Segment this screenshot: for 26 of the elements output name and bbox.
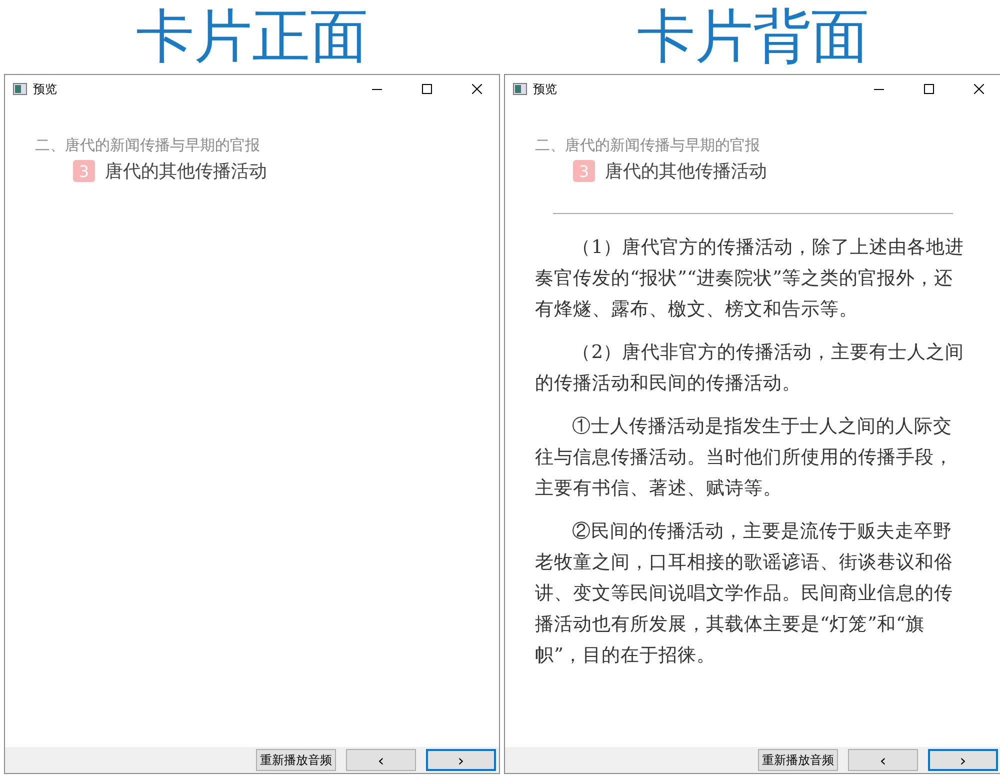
maximize-icon[interactable]: [924, 84, 934, 94]
answer-paragraph: ①士人传播活动是指发生于士人之间的人际交往与信息传播活动。当时他们所使用的传播手段，主要有书信、著述、赋诗等。: [535, 415, 954, 501]
window-title: 预览: [533, 80, 558, 98]
card-side-heading: 卡片背面: [637, 1, 869, 72]
answer-paragraph: （2）唐代非官方的传播活动，主要有士人之间的传播活动和民间的传播活动。: [535, 341, 965, 396]
replay-audio-button[interactable]: 重新播放音频: [758, 749, 838, 771]
answer-paragraph: （1）唐代官方的传播活动，除了上述由各地进奏官传发的“报状”“进奏院状”等之类的官报外，还有烽燧、露布、檄文、榜文和告示等。: [535, 236, 965, 322]
previous-button[interactable]: ‹: [346, 749, 416, 771]
app-icon: [13, 83, 27, 95]
previous-button[interactable]: ‹: [848, 749, 918, 771]
window-title: 预览: [33, 80, 58, 98]
close-icon[interactable]: [974, 84, 984, 94]
next-button[interactable]: ›: [928, 749, 998, 771]
close-icon[interactable]: [472, 84, 482, 94]
maximize-icon[interactable]: [422, 84, 432, 94]
replay-audio-button[interactable]: 重新播放音频: [256, 749, 336, 771]
chapter-breadcrumb: 二、唐代的新闻传播与早期的官报: [35, 135, 261, 156]
section-title: 唐代的其他传播活动: [605, 160, 767, 183]
section-number-badge: 3: [573, 160, 595, 182]
app-icon: [513, 83, 527, 95]
section-title: 唐代的其他传播活动: [105, 160, 267, 183]
chapter-breadcrumb: 二、唐代的新闻传播与早期的官报: [535, 135, 761, 156]
card-side-heading: 卡片正面: [136, 1, 368, 72]
next-button[interactable]: ›: [426, 749, 496, 771]
answer-paragraph: ②民间的传播活动，主要是流传于贩夫走卒野老牧童之间，口耳相接的歌谣谚语、街谈巷议和俗讲、变文等民间说唱文学作品。民间商业信息的传播活动也有所发展，其载体主要是“灯笼”和“旗帜”，目的在于招徕。: [535, 520, 954, 668]
section-number-badge: 3: [73, 160, 95, 182]
